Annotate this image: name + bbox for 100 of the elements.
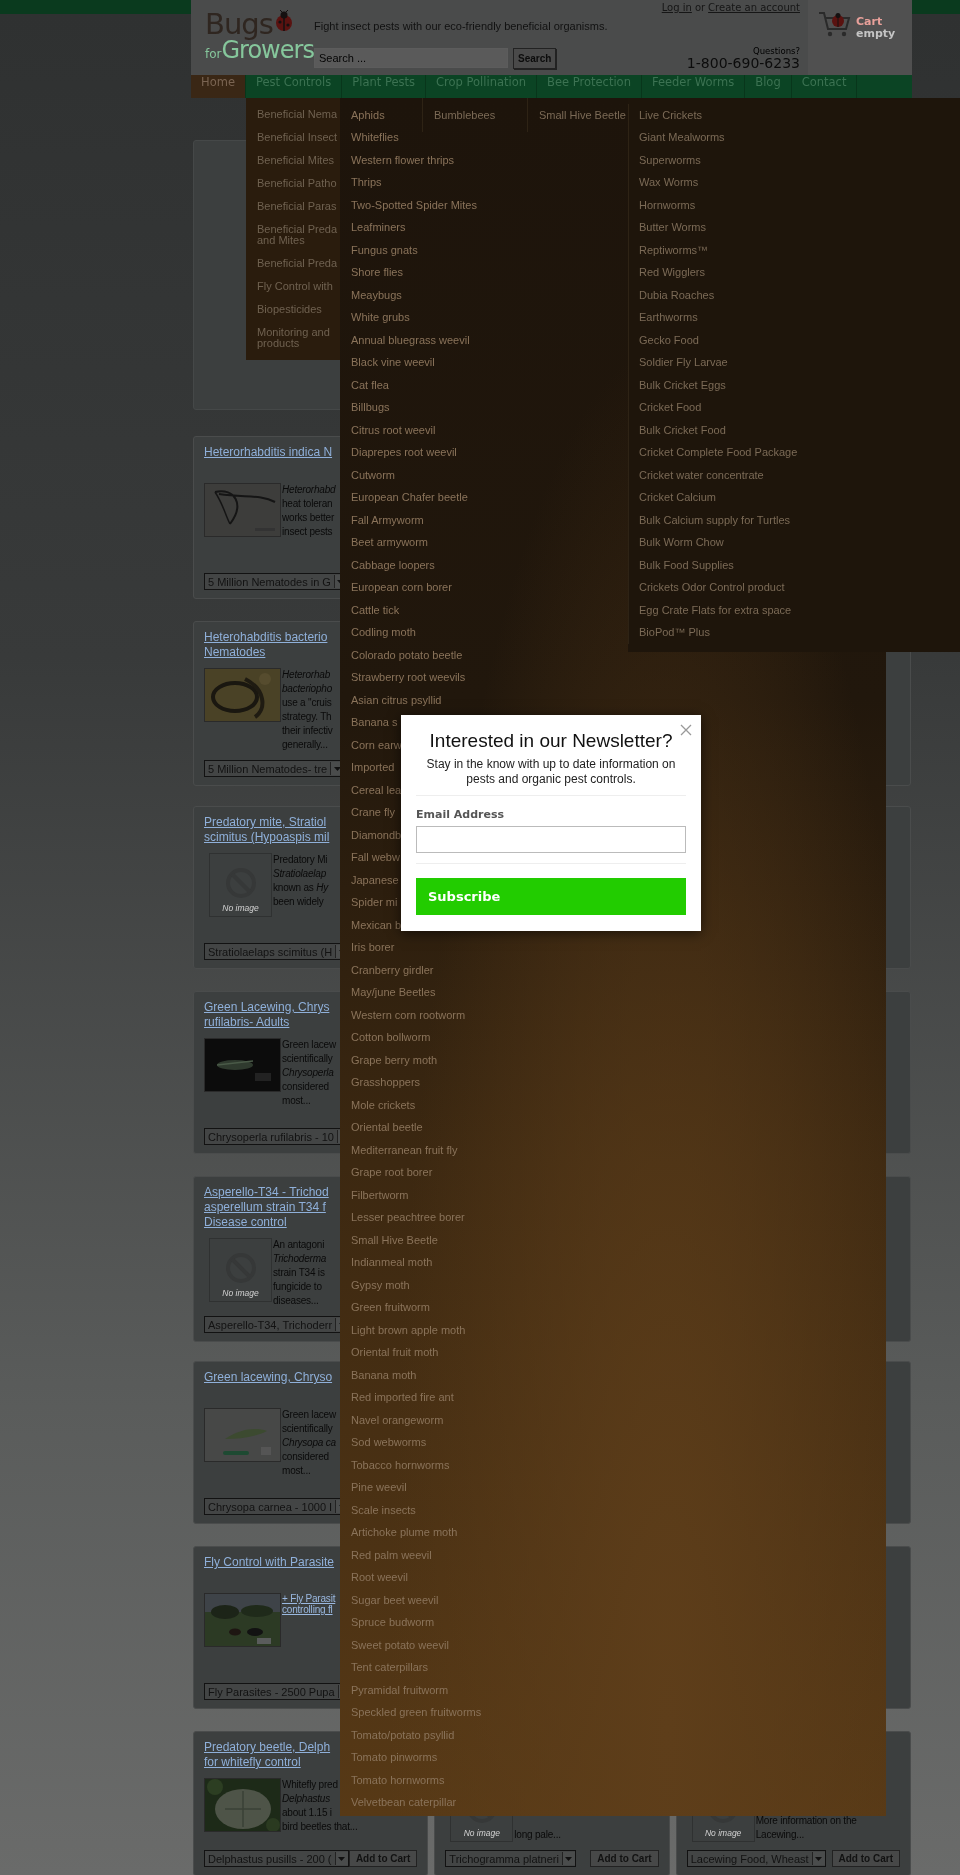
menu-item[interactable]: Indianmeal moth — [351, 1251, 886, 1274]
menu-item[interactable]: Beneficial Nema — [257, 103, 340, 126]
placeholder-text: No image — [222, 1288, 259, 1298]
menu-item[interactable]: Grape root borer — [351, 1161, 886, 1184]
menu-item[interactable]: Spruce budworm — [351, 1611, 886, 1634]
menu-item[interactable]: Grasshoppers — [351, 1071, 886, 1094]
cart-title: Cart — [856, 16, 884, 28]
menu-item[interactable]: Small Hive Beetle — [539, 104, 628, 127]
menu-item[interactable]: Beneficial Preda — [257, 252, 340, 275]
menu-item[interactable]: Sod webworms — [351, 1431, 886, 1454]
placeholder-text: No image — [222, 903, 259, 913]
product-title-link[interactable]: Fly Control with Parasite — [204, 1555, 335, 1585]
menu-item[interactable]: Reptiworms™ — [639, 239, 960, 262]
menu-item[interactable]: Bulk Food Supplies — [639, 554, 960, 577]
search-field[interactable]: Search ... — [314, 48, 508, 68]
menu-item[interactable]: Beneficial Paras — [257, 195, 340, 218]
menu-item[interactable]: Gypsy moth — [351, 1274, 886, 1297]
menu-item[interactable]: Navel orangeworm — [351, 1409, 886, 1432]
menu-item[interactable]: Pine weevil — [351, 1476, 886, 1499]
menu-item[interactable]: Bulk Worm Chow — [639, 531, 960, 554]
menu-item[interactable]: Superworms — [639, 149, 960, 172]
menu-item[interactable]: Small Hive Beetle — [351, 1229, 886, 1252]
menu-item[interactable]: Cranberry girdler — [351, 959, 886, 982]
menu-item[interactable]: Red palm weevil — [351, 1544, 886, 1567]
menu-item[interactable]: Mole crickets — [351, 1094, 886, 1117]
menu-item[interactable]: Oriental fruit moth — [351, 1341, 886, 1364]
menu-item[interactable]: Asian citrus psyllid — [351, 689, 886, 712]
menu-item[interactable]: Earthworms — [639, 306, 960, 329]
caret-icon — [338, 1856, 345, 1861]
menu-item[interactable]: Mediterranean fruit fly — [351, 1139, 886, 1162]
menu-item[interactable]: Scale insects — [351, 1499, 886, 1522]
menu-item[interactable]: Bulk Cricket Eggs — [639, 374, 960, 397]
menu-item[interactable]: BioPod™ Plus — [639, 621, 960, 644]
description-link[interactable]: + Fly Parasit — [282, 1593, 336, 1604]
cart-panel[interactable]: Cart empty — [808, 0, 912, 75]
menu-item[interactable]: Light brown apple moth — [351, 1319, 886, 1342]
menu-item[interactable]: Egg Crate Flats for extra space — [639, 599, 960, 622]
menu-item[interactable]: Soldier Fly Larvae — [639, 351, 960, 374]
product-title-link[interactable]: Heterohabditis bacterio Nematodes — [204, 630, 328, 660]
menu-item[interactable]: Beneficial Preda and Mites — [257, 218, 340, 252]
menu-item[interactable]: Cotton bollworm — [351, 1026, 886, 1049]
menu-item[interactable]: Crickets Odor Control product — [639, 576, 960, 599]
menu-item[interactable]: Dubia Roaches — [639, 284, 960, 307]
menu-item[interactable]: Hornworms — [639, 194, 960, 217]
menu-item[interactable]: Biopesticides — [257, 298, 340, 321]
close-icon[interactable] — [680, 724, 692, 736]
product-title-link[interactable]: Predatory beetle, Delph for whitefly control — [204, 1740, 331, 1770]
menu-item[interactable]: Tomato pinworms — [351, 1746, 886, 1769]
menu-item[interactable]: Red Wigglers — [639, 261, 960, 284]
menu-item[interactable]: Strawberry root weevils — [351, 666, 886, 689]
menu-item[interactable]: Monitoring and products — [257, 321, 340, 355]
logo-text[interactable]: forGrowers — [205, 38, 314, 66]
search-button[interactable]: Search — [513, 48, 557, 69]
menu-item[interactable]: May/june Beetles — [351, 981, 886, 1004]
menu-item[interactable]: Beneficial Patho — [257, 172, 340, 195]
menu-item[interactable]: Sugar beet weevil — [351, 1589, 886, 1612]
subscribe-button[interactable]: Subscribe — [416, 878, 686, 915]
menu-item[interactable]: Banana moth — [351, 1364, 886, 1387]
menu-item[interactable]: Velvetbean caterpillar — [351, 1791, 886, 1814]
menu-item[interactable]: Iris borer — [351, 936, 886, 959]
menu-item[interactable]: Beneficial Insect — [257, 126, 340, 149]
email-field[interactable] — [416, 826, 686, 853]
menu-item[interactable]: Cricket Food — [639, 396, 960, 419]
menu-item[interactable]: Oriental beetle — [351, 1116, 886, 1139]
menu-item[interactable]: Bumblebees — [434, 104, 527, 127]
menu-item[interactable]: Wax Worms — [639, 171, 960, 194]
menu-item[interactable]: Western corn rootworm — [351, 1004, 886, 1027]
menu-item[interactable]: Gecko Food — [639, 329, 960, 352]
menu-item[interactable]: Cricket Complete Food Package — [639, 441, 960, 464]
menu-item[interactable]: Tomato/potato psyllid — [351, 1724, 886, 1747]
menu-item[interactable]: Grape berry moth — [351, 1049, 886, 1072]
menu-item[interactable]: Tomato hornworms — [351, 1769, 886, 1792]
menu-item[interactable]: Butter Worms — [639, 216, 960, 239]
menu-item[interactable]: Green fruitworm — [351, 1296, 886, 1319]
product-title-link[interactable]: Asperello-T34 - Trichod asperellum strain T34 f Disease control — [204, 1185, 329, 1230]
nav-tab[interactable]: Home — [191, 75, 246, 98]
menu-item[interactable]: Red imported fire ant — [351, 1386, 886, 1409]
product-title-link[interactable]: Predatory mite, Stratiol scimitus (Hypoaspis mil — [204, 815, 330, 845]
product-title-link[interactable]: Green lacewing, Chryso — [204, 1370, 333, 1400]
menu-item[interactable]: Pyramidal fruitworm — [351, 1679, 886, 1702]
menu-item[interactable]: Giant Mealworms — [639, 126, 960, 149]
menu-item[interactable]: Speckled green fruitworms — [351, 1701, 886, 1724]
description-link[interactable]: controlling fl — [282, 1604, 333, 1615]
menu-item[interactable]: Bulk Calcium supply for Turtles — [639, 509, 960, 532]
product-title-link[interactable]: Green Lacewing, Chrys rufilabris- Adults — [204, 1000, 330, 1030]
menu-item[interactable]: Fly Control with — [257, 275, 340, 298]
cart-icon[interactable] — [818, 10, 852, 38]
menu-item[interactable]: Tent caterpillars — [351, 1656, 886, 1679]
menu-item[interactable]: Tobacco hornworms — [351, 1454, 886, 1477]
menu-item[interactable]: Cricket water concentrate — [639, 464, 960, 487]
product-title-link[interactable]: Heterorhabditis indica N — [204, 445, 333, 475]
menu-item[interactable]: Cricket Calcium — [639, 486, 960, 509]
menu-item[interactable]: Filbertworm — [351, 1184, 886, 1207]
menu-item[interactable]: Live Crickets — [639, 104, 960, 127]
menu-item[interactable]: Lesser peachtree borer — [351, 1206, 886, 1229]
menu-item[interactable]: Bulk Cricket Food — [639, 419, 960, 442]
menu-item[interactable]: Sweet potato weevil — [351, 1634, 886, 1657]
menu-item[interactable]: Artichoke plume moth — [351, 1521, 886, 1544]
menu-item[interactable]: Beneficial Mites — [257, 149, 340, 172]
menu-item[interactable]: Root weevil — [351, 1566, 886, 1589]
